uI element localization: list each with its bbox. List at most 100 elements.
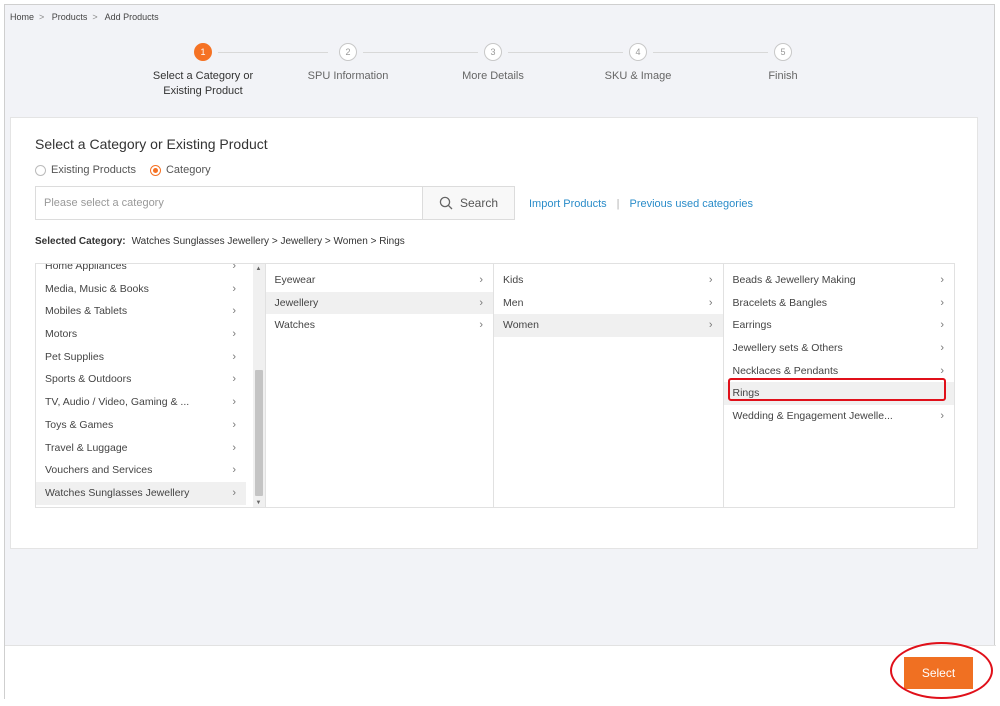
category-list: Eyewear › Jewellery › Watches › [265,269,494,337]
step-number: 5 [774,43,792,61]
category-item[interactable]: Motors › [36,323,246,346]
category-item[interactable]: TV, Audio / Video, Gaming & ... › [36,391,246,414]
category-search-input[interactable] [36,187,422,219]
chevron-right-icon: › [232,350,236,363]
step-label: More Details [462,70,524,82]
category-item-label: Watches [274,319,315,332]
chevron-right-icon: › [232,328,236,341]
category-item-label: Bracelets & Bangles [732,296,828,309]
panel-title: Select a Category or Existing Product [35,136,268,152]
category-item[interactable]: Travel & Luggage › [36,437,246,460]
category-item[interactable]: Bracelets & Bangles › [724,292,955,315]
category-item-label: Pet Supplies [45,350,104,363]
category-item-label: Home Appliances [45,264,127,272]
scroll-down-icon[interactable]: ▼ [253,500,265,506]
breadcrumb: Home > Products > Add Products [10,12,164,22]
radio-circle[interactable] [149,164,161,176]
selected-category-path: Watches Sunglasses Jewellery > Jewellery… [131,236,405,247]
chevron-right-icon: › [940,319,944,332]
chevron-right-icon: › [708,296,713,309]
search-button-label: Search [459,196,499,210]
step-label: SKU & Image [604,70,672,82]
category-item-label: Travel & Luggage [45,441,128,454]
category-column-level1: Home Appliances › Media, Music & Books › Mob… [36,264,266,507]
category-item[interactable]: Media, Music & Books › [36,278,246,301]
category-item-label: Wedding & Engagement Jewelle... [732,410,893,423]
chevron-right-icon: › [708,319,713,332]
category-panel: Select a Category or Existing Product Ex… [10,117,978,549]
chevron-right-icon: › [479,319,483,332]
category-item[interactable]: Watches Sunglasses Jewellery › [36,481,246,505]
search-icon [439,196,453,210]
category-item-label: Mobiles & Tablets [45,305,128,318]
chevron-right-icon: › [940,296,944,309]
chevron-right-icon: › [940,274,944,286]
radio-existing-products[interactable]: Existing Products [35,164,136,176]
step-number: 1 [194,43,212,61]
category-column-level3: Kids › Men › Women › [494,264,724,507]
selected-category: Selected Category: Watches Sunglasses Jew… [35,236,405,247]
category-item[interactable]: Jewellery sets & Others › [724,337,955,360]
progress-steps: 1 Select a Category or Existing Product 2… [5,43,996,113]
category-item[interactable]: Eyewear › [266,269,494,292]
category-item-label: Beads & Jewellery Making [732,274,856,286]
breadcrumb-products[interactable]: Products [52,12,88,22]
chevron-right-icon: › [232,305,236,318]
category-item[interactable]: Pet Supplies › [36,346,246,369]
radio-label: Existing Products [51,164,136,176]
category-item[interactable]: Kids › [494,269,723,292]
category-item[interactable]: Jewellery › [265,291,493,315]
breadcrumb-home[interactable]: Home [10,12,34,22]
chevron-right-icon: › [232,396,236,409]
step-label: SPU Information [307,70,389,82]
select-button-highlight-ring [890,642,993,699]
category-item-label: Kids [503,274,524,286]
chevron-right-icon: › [232,264,236,272]
category-column-level4: Beads & Jewellery Making › Bracelets & Ban… [723,264,955,507]
chevron-right-icon: › [232,464,236,477]
rings-highlight-box [727,378,946,401]
category-item[interactable]: Home Appliances › [36,264,246,278]
category-item[interactable]: Wedding & Engagement Jewelle... › [724,405,955,428]
category-item-label: Women [503,319,539,332]
step-4: 4 SKU & Image [568,43,708,84]
category-column-level2: Eyewear › Jewellery › Watches › [265,264,494,507]
category-item[interactable]: Men › [494,292,723,315]
selected-category-label: Selected Category: [35,236,126,247]
chevron-right-icon: › [232,418,236,431]
category-item[interactable]: Mobiles & Tablets › [36,300,246,323]
category-list: Home Appliances › Media, Music & Books › Mob… [36,264,246,505]
scroll-up-icon[interactable]: ▲ [253,266,265,272]
chevron-right-icon: › [232,282,236,295]
category-item-label: Jewellery sets & Others [732,342,843,355]
import-products-link[interactable]: Import Products [529,198,607,210]
category-item-label: Toys & Games [45,418,114,431]
scrollbar-thumb[interactable] [254,370,263,496]
step-label: Select a Category or Existing Product [152,70,254,97]
category-item-label: Motors [45,328,78,341]
category-item[interactable]: Beads & Jewellery Making › [724,269,955,292]
category-item[interactable]: Women › [494,314,723,338]
search-button[interactable]: Search [422,187,514,219]
category-list: Kids › Men › Women › [494,269,723,338]
previous-categories-link[interactable]: Previous used categories [630,198,754,210]
radio-label: Category [165,164,211,176]
chevron-right-icon: › [479,296,483,309]
category-list: Beads & Jewellery Making › Bracelets & Ban… [723,269,955,428]
radio-circle[interactable] [35,164,46,176]
category-columns: Home Appliances › Media, Music & Books › Mob… [35,263,955,508]
category-item[interactable]: Watches › [266,314,494,337]
radio-category[interactable]: Category [149,164,211,176]
category-item-label: Media, Music & Books [45,282,149,295]
breadcrumb-separator: > [92,12,98,22]
scrollbar[interactable]: ▲ ▼ [252,264,265,507]
category-item[interactable]: Vouchers and Services › [36,459,246,482]
category-item[interactable]: Toys & Games › [36,414,246,437]
step-2: 2 SPU Information [278,43,418,84]
category-item-label: Watches Sunglasses Jewellery [45,486,190,499]
category-item[interactable]: Earrings › [724,314,955,337]
chevron-right-icon: › [708,274,713,286]
footer-bar [5,645,996,700]
category-item[interactable]: Sports & Outdoors › [36,368,246,391]
category-search: Search [35,186,515,220]
